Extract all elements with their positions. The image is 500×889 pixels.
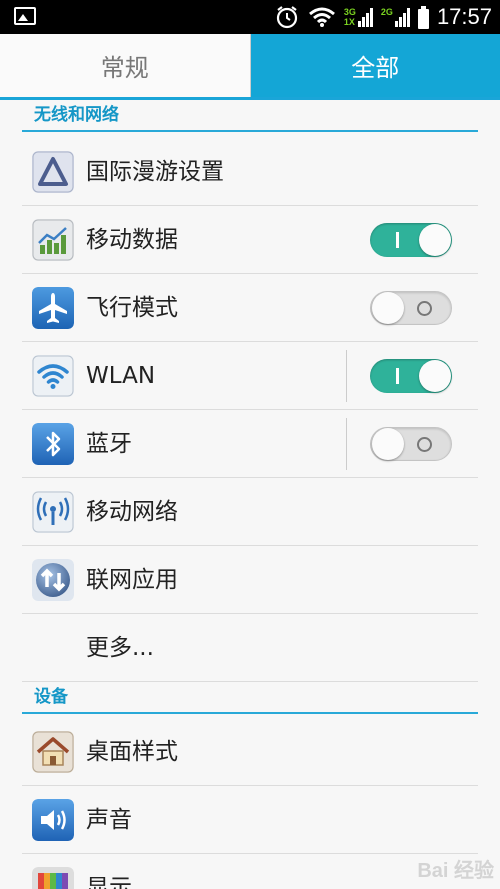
wlan-toggle[interactable] xyxy=(370,359,452,393)
signal-sim2: 2G xyxy=(381,7,410,27)
airplane-icon xyxy=(32,287,74,329)
setting-mobile-network[interactable]: 移动网络 xyxy=(22,478,478,546)
setting-label: 国际漫游设置 xyxy=(86,159,224,185)
section-header-device: 设备 xyxy=(22,682,478,714)
home-style-icon xyxy=(32,731,74,773)
clock: 17:57 xyxy=(436,4,492,29)
sound-icon xyxy=(32,799,74,841)
bluetooth-icon xyxy=(32,423,74,465)
setting-bluetooth[interactable]: 蓝牙 xyxy=(22,410,478,478)
setting-label: WLAN xyxy=(86,363,156,389)
wifi-status-icon xyxy=(308,7,335,27)
setting-label: 更多... xyxy=(86,635,154,661)
setting-label: 桌面样式 xyxy=(86,739,178,765)
roaming-triangle-icon xyxy=(32,151,74,193)
setting-wlan[interactable]: WLAN xyxy=(22,342,478,410)
airplane-mode-toggle[interactable] xyxy=(370,291,452,325)
signal-sim1: 3G 1X xyxy=(344,7,373,27)
net2-type: 2G xyxy=(380,7,393,17)
setting-international-roaming[interactable]: 国际漫游设置 xyxy=(22,138,478,206)
gallery-notification-icon xyxy=(14,7,36,25)
setting-label: 声音 xyxy=(86,807,132,833)
setting-label: 飞行模式 xyxy=(86,295,178,321)
setting-home-style[interactable]: 桌面样式 xyxy=(22,718,478,786)
status-bar: 3G 1X 2G 17:57 xyxy=(0,0,500,34)
watermark-logo: Bai 经验 xyxy=(417,860,494,882)
setting-more[interactable]: 更多... xyxy=(22,614,478,682)
network-apps-icon xyxy=(32,559,74,601)
tab-all[interactable]: 全部 xyxy=(250,34,500,97)
battery-icon xyxy=(417,5,429,29)
tab-bar: 常规 全部 xyxy=(0,34,500,100)
setting-mobile-data[interactable]: 移动数据 xyxy=(22,206,478,274)
mobile-data-toggle[interactable] xyxy=(370,223,452,257)
setting-network-apps[interactable]: 联网应用 xyxy=(22,546,478,614)
section-header-wireless: 无线和网络 xyxy=(22,100,478,132)
display-icon xyxy=(32,867,74,889)
net1-type-top: 3G xyxy=(343,7,356,17)
setting-label: 蓝牙 xyxy=(86,431,132,457)
signal-bars-2 xyxy=(394,7,410,27)
signal-bars-1 xyxy=(357,7,373,27)
setting-label: 显示 xyxy=(86,875,132,889)
setting-airplane-mode[interactable]: 飞行模式 xyxy=(22,274,478,342)
divider xyxy=(346,418,347,470)
wifi-icon xyxy=(32,355,74,397)
mobile-data-chart-icon xyxy=(32,219,74,261)
alarm-icon xyxy=(276,6,298,29)
status-icons: 3G 1X 2G 17:57 xyxy=(274,0,492,34)
net1-type-bottom: 1X xyxy=(343,17,355,27)
setting-sound[interactable]: 声音 xyxy=(22,786,478,854)
setting-label: 移动网络 xyxy=(86,499,178,525)
setting-label: 移动数据 xyxy=(86,227,178,253)
divider xyxy=(346,350,347,402)
bluetooth-toggle[interactable] xyxy=(370,427,452,461)
setting-label: 联网应用 xyxy=(86,567,178,593)
mobile-network-icon xyxy=(32,491,74,533)
tab-general[interactable]: 常规 xyxy=(0,34,251,97)
setting-display[interactable]: 显示 xyxy=(22,854,478,889)
